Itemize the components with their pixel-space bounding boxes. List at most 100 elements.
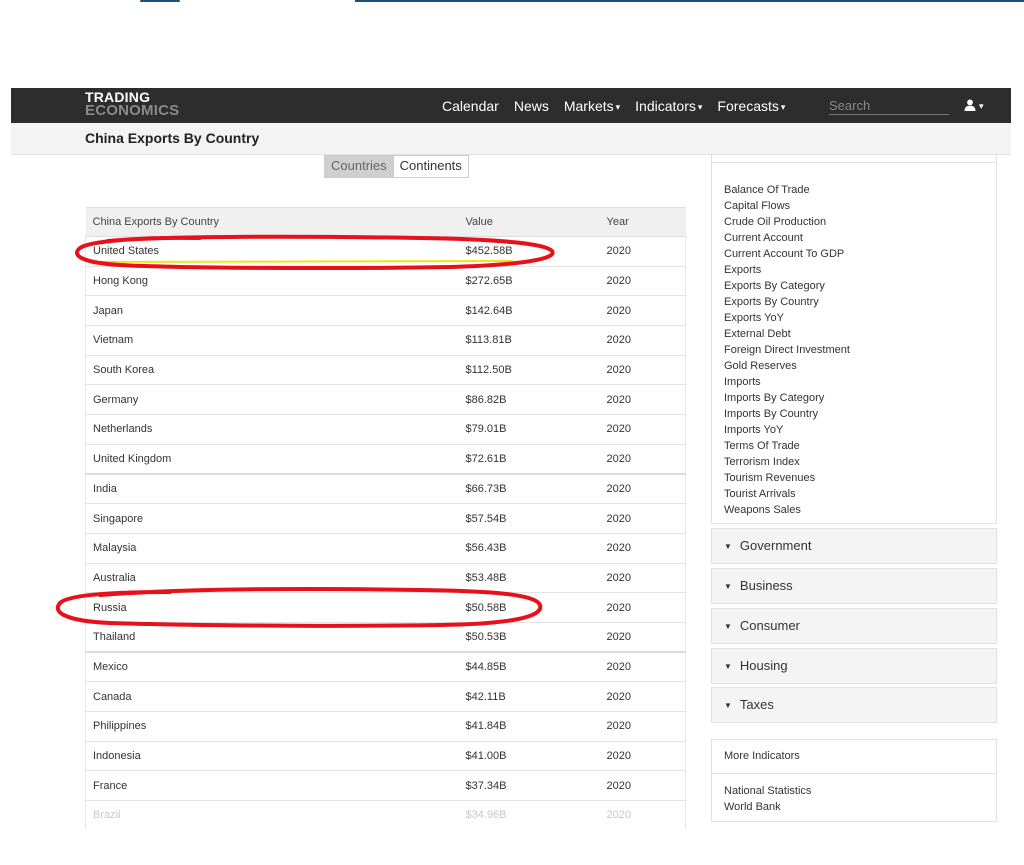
table-row[interactable]: South Korea $112.50B 2020: [85, 355, 686, 386]
table-row[interactable]: Australia $53.48B 2020: [85, 563, 686, 594]
table-row[interactable]: Brazil $34.96B 2020: [85, 800, 686, 829]
cell-country[interactable]: Singapore: [85, 503, 459, 534]
cell-country[interactable]: Philippines: [85, 711, 459, 742]
table-row[interactable]: Thailand $50.53B 2020: [85, 622, 686, 653]
table-row[interactable]: Malaysia $56.43B 2020: [85, 533, 686, 564]
table-row[interactable]: United States $452.58B 2020: [85, 236, 686, 267]
table-row[interactable]: Philippines $41.84B 2020: [85, 711, 686, 742]
sidebar-link-foreign-direct-investment[interactable]: Foreign Direct Investment: [724, 342, 996, 358]
table-row[interactable]: Netherlands $79.01B 2020: [85, 414, 686, 445]
cell-country[interactable]: Thailand: [85, 622, 459, 653]
cell-year: 2020: [599, 770, 686, 802]
toggle-continents[interactable]: Continents: [393, 155, 469, 178]
cell-value: $272.65B: [458, 266, 600, 297]
header-value[interactable]: Value: [458, 207, 600, 237]
site-logo[interactable]: TRADING ECONOMICS: [85, 90, 179, 118]
cell-year: 2020: [599, 444, 686, 475]
cell-value: $86.82B: [458, 384, 600, 416]
cell-country[interactable]: Vietnam: [85, 325, 459, 356]
sidebar-link-imports-yoy[interactable]: Imports YoY: [724, 422, 996, 438]
sidebar-link-current-account[interactable]: Current Account: [724, 230, 996, 246]
cell-value: $44.85B: [458, 651, 600, 683]
sidebar-link-external-debt[interactable]: External Debt: [724, 326, 996, 342]
cell-country[interactable]: Brazil: [85, 800, 459, 829]
table-row[interactable]: India $66.73B 2020: [85, 473, 686, 505]
header-year[interactable]: Year: [599, 207, 686, 237]
sidebar-link-balance-of-trade[interactable]: Balance Of Trade: [724, 182, 996, 198]
sidebar-link-exports-by-category[interactable]: Exports By Category: [724, 278, 996, 294]
nav-item-news[interactable]: News: [514, 98, 549, 114]
toggle-countries[interactable]: Countries: [324, 155, 394, 178]
sidebar-link-terrorism-index[interactable]: Terrorism Index: [724, 454, 996, 470]
cell-country[interactable]: Malaysia: [85, 533, 459, 564]
section-government[interactable]: ▼ Government: [711, 528, 997, 564]
nav-item-indicators[interactable]: Indicators ▾: [635, 98, 702, 114]
cell-value: $56.43B: [458, 533, 600, 564]
cell-country[interactable]: United Kingdom: [85, 444, 459, 475]
cell-country[interactable]: Hong Kong: [85, 266, 459, 297]
table-row[interactable]: Germany $86.82B 2020: [85, 384, 686, 416]
sidebar-link-gold-reserves[interactable]: Gold Reserves: [724, 358, 996, 374]
cell-country[interactable]: India: [85, 473, 459, 505]
more-link-national-statistics[interactable]: National Statistics: [724, 783, 996, 799]
sidebar-link-capital-flows[interactable]: Capital Flows: [724, 198, 996, 214]
chevron-down-icon: ▾: [979, 101, 984, 111]
sidebar-link-imports-by-country[interactable]: Imports By Country: [724, 406, 996, 422]
sidebar-link-current-account-to-gdp[interactable]: Current Account To GDP: [724, 246, 996, 262]
header-country[interactable]: China Exports By Country: [85, 207, 459, 237]
cell-value: $57.54B: [458, 503, 600, 534]
table-row[interactable]: Vietnam $113.81B 2020: [85, 325, 686, 356]
nav-item-markets[interactable]: Markets ▾: [564, 98, 620, 114]
cell-country[interactable]: Netherlands: [85, 414, 459, 445]
nav-menu: Calendar News Markets ▾ Indicators ▾ Forecasts…: [442, 88, 800, 123]
nav-item-label: Calendar: [442, 97, 499, 114]
table-row[interactable]: France $37.34B 2020: [85, 770, 686, 802]
more-indicators-title: More Indicators: [712, 740, 996, 774]
sidebar-link-terms-of-trade[interactable]: Terms Of Trade: [724, 438, 996, 454]
nav-item-calendar[interactable]: Calendar: [442, 98, 499, 114]
cell-value: $113.81B: [458, 325, 600, 356]
cell-country[interactable]: Japan: [85, 295, 459, 327]
nav-item-label: News: [513, 97, 549, 114]
search-input[interactable]: [829, 96, 949, 115]
table-row[interactable]: Canada $42.11B 2020: [85, 681, 686, 712]
caret-down-icon: ▼: [724, 662, 732, 671]
cell-value: $66.73B: [458, 473, 600, 505]
sidebar-link-exports-by-country[interactable]: Exports By Country: [724, 294, 996, 310]
cell-country[interactable]: Mexico: [85, 651, 459, 683]
user-menu[interactable]: ▾: [964, 97, 984, 112]
cell-country[interactable]: South Korea: [85, 355, 459, 386]
cell-country[interactable]: Indonesia: [85, 741, 459, 772]
table-row[interactable]: Singapore $57.54B 2020: [85, 503, 686, 534]
sidebar-link-exports-yoy[interactable]: Exports YoY: [724, 310, 996, 326]
section-label: Taxes: [739, 697, 774, 712]
section-business[interactable]: ▼ Business: [711, 568, 997, 604]
sidebar-link-tourist-arrivals[interactable]: Tourist Arrivals: [724, 486, 996, 502]
sidebar-link-weapons-sales[interactable]: Weapons Sales: [724, 502, 996, 518]
cell-country[interactable]: United States: [85, 236, 459, 267]
cell-country[interactable]: Russia: [85, 592, 459, 623]
sidebar-link-tourism-revenues[interactable]: Tourism Revenues: [724, 470, 996, 486]
table-row[interactable]: Japan $142.64B 2020: [85, 295, 686, 327]
table-row[interactable]: United Kingdom $72.61B 2020: [85, 444, 686, 475]
table-row[interactable]: Hong Kong $272.65B 2020: [85, 266, 686, 297]
sidebar-link-imports[interactable]: Imports: [724, 374, 996, 390]
cell-country[interactable]: France: [85, 770, 459, 802]
table-row[interactable]: Mexico $44.85B 2020: [85, 651, 686, 683]
section-consumer[interactable]: ▼ Consumer: [711, 608, 997, 644]
table-row[interactable]: Russia $50.58B 2020: [85, 592, 686, 623]
cell-country[interactable]: Australia: [85, 563, 459, 594]
cell-year: 2020: [599, 414, 686, 445]
nav-item-forecasts[interactable]: Forecasts ▾: [717, 98, 785, 114]
cell-year: 2020: [599, 533, 686, 564]
sidebar-link-crude-oil-production[interactable]: Crude Oil Production: [724, 214, 996, 230]
cell-country[interactable]: Germany: [85, 384, 459, 416]
sidebar-link-imports-by-category[interactable]: Imports By Category: [724, 390, 996, 406]
section-taxes[interactable]: ▼ Taxes: [711, 687, 997, 723]
table-row[interactable]: Indonesia $41.00B 2020: [85, 741, 686, 772]
cell-country[interactable]: Canada: [85, 681, 459, 712]
sidebar-link-exports[interactable]: Exports: [724, 262, 996, 278]
section-housing[interactable]: ▼ Housing: [711, 648, 997, 684]
table-body: United States $452.58B 2020 Hong Kong $272.6…: [85, 236, 686, 829]
more-link-world-bank[interactable]: World Bank: [724, 799, 996, 815]
